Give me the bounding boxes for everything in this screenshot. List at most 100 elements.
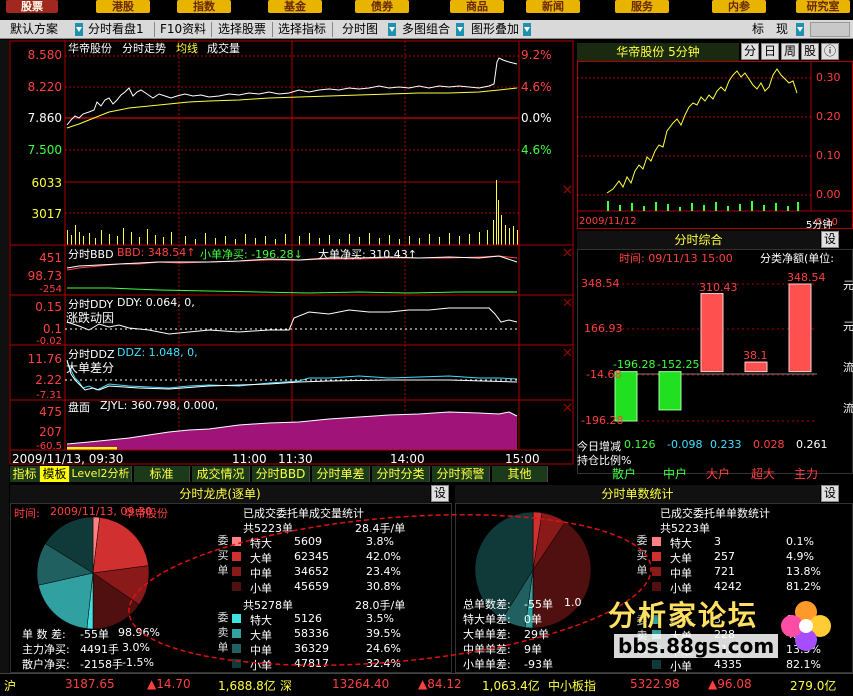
price-label-2: 8.220	[27, 80, 62, 94]
tab-other[interactable]: 其他	[492, 466, 548, 482]
toolbar-view-intraday[interactable]: 分时看盘1	[88, 22, 144, 37]
bbd-small-order: 小单净买: -196.28↓	[200, 248, 303, 261]
intraday-dropdown-icon[interactable]	[388, 23, 396, 36]
composite-title: 分时综合	[577, 231, 820, 249]
scheme-select[interactable]: 默认方案	[10, 22, 58, 37]
composite-side-0: 元	[843, 279, 853, 292]
tab-standard[interactable]: 标准	[134, 466, 190, 482]
chart-stock-name: 华帝股份	[68, 42, 112, 55]
tab-level2[interactable]: Level2分析	[70, 466, 132, 482]
status-sz-change: ▲84.12	[418, 677, 462, 691]
toolbar-select-stock[interactable]: 选择股票	[218, 22, 266, 37]
watermark-url: bbs.88gs.com	[614, 634, 779, 658]
increase-super: 0.028	[753, 438, 785, 451]
dragon-settings-button[interactable]: 设	[431, 485, 449, 502]
chart-vol-label: 成交量	[207, 42, 240, 55]
category-super: 超大	[751, 467, 776, 481]
menu-bond[interactable]: 债券	[355, 0, 409, 13]
period-min-button[interactable]: 分	[741, 43, 759, 60]
count-settings-button[interactable]: 设	[821, 485, 839, 502]
pct-label-top: 9.2%	[521, 48, 552, 62]
composite-settings-button[interactable]: 设	[821, 231, 839, 248]
dragon-summary-2-val: -2158手	[80, 658, 123, 671]
bbd-y-bot: -254	[39, 284, 62, 295]
composite-side-3: 流	[843, 402, 853, 415]
toolbar-mark-button[interactable]: 标	[752, 22, 764, 37]
highlight-ellipse	[128, 513, 652, 667]
tab-trades[interactable]: 成交情况	[192, 466, 250, 482]
status-sh-change: ▲14.70	[147, 677, 191, 691]
bbd-panel-label: 分时BBD	[68, 248, 114, 261]
status-sh-index[interactable]: 3187.65	[65, 677, 115, 691]
count-stats-title: 已成交委托单单数统计	[660, 507, 770, 520]
status-sh-label: 沪	[4, 679, 17, 693]
toolbar-grip[interactable]	[810, 22, 850, 37]
tab-order-diff[interactable]: 分时单差	[312, 466, 370, 482]
stock-button[interactable]: 股	[801, 43, 819, 60]
menu-fund[interactable]: 基金	[268, 0, 322, 13]
ddz-y-mid: 2.22	[35, 373, 62, 387]
count-buy-row-label: 特大	[670, 537, 692, 550]
composite-bar-label: -152.25	[657, 357, 700, 371]
overlay-dropdown-icon[interactable]	[523, 23, 531, 36]
ddz-y-bot: -7.31	[36, 390, 62, 401]
toolbar-overlay[interactable]: 图形叠加	[471, 22, 519, 37]
count-title: 分时单数统计	[455, 485, 820, 503]
pct-label-4: 4.6%	[521, 143, 552, 157]
menu-hk[interactable]: 港股	[96, 0, 150, 13]
period-week-button[interactable]: 周	[781, 43, 799, 60]
status-sz-amount: 1,063.4亿	[482, 679, 540, 693]
count-buy-row-value: 721	[714, 565, 735, 578]
ddy-value: DDY: 0.064, 0,	[117, 296, 195, 309]
menu-service[interactable]: 服务	[615, 0, 669, 13]
toolbar-right-dropdown-icon[interactable]	[796, 23, 804, 36]
category-main: 主力	[794, 467, 819, 481]
toolbar-now-button[interactable]: 现	[776, 22, 788, 37]
tab-alert[interactable]: 分时预警	[432, 466, 490, 482]
tab-indicator[interactable]: 指标	[10, 466, 40, 482]
period-day-button[interactable]: 日	[761, 43, 779, 60]
five-minute-line	[606, 68, 798, 194]
price-label-4: 7.500	[27, 143, 62, 157]
status-sz-index[interactable]: 13264.40	[332, 677, 389, 691]
toolbar-intraday-chart[interactable]: 分时图	[342, 22, 378, 37]
status-sme-index[interactable]: 5322.98	[630, 677, 680, 691]
count-buy-row-label: 中单	[670, 567, 692, 580]
toolbar-multi-chart[interactable]: 多图组合	[402, 22, 450, 37]
scheme-dropdown-icon[interactable]	[75, 23, 83, 36]
menu-internal[interactable]: 内参	[712, 0, 766, 13]
dragon-summary-2-key: 散户净买:	[22, 658, 70, 671]
composite-y-0: 348.54	[581, 277, 620, 290]
count-buy-row-value: 257	[714, 550, 735, 563]
menu-index[interactable]: 指数	[177, 0, 231, 13]
composite-y-3: -196.28	[581, 414, 624, 427]
bbd-big-order: 大单净买: 310.43↑	[318, 248, 417, 261]
five-min-y-2: 0.10	[816, 149, 841, 162]
status-sh-amount: 1,688.8亿	[218, 679, 276, 693]
menu-news[interactable]: 新闻	[526, 0, 580, 13]
toolbar-f10[interactable]: F10资料	[160, 22, 206, 37]
forum-watermark: 分析家论坛 bbs.88gs.com	[600, 592, 838, 666]
toolbar-select-indicator[interactable]: 选择指标	[278, 22, 326, 37]
right-top-header: 华帝股份 5分钟 分 日 周 股 ⓘ	[577, 42, 853, 61]
tab-classify[interactable]: 分时分类	[372, 466, 430, 482]
tab-template[interactable]: 模板	[40, 466, 70, 482]
composite-bar	[700, 293, 724, 373]
menu-research[interactable]: 研究室	[796, 0, 850, 13]
info-icon[interactable]: ⓘ	[821, 43, 839, 60]
composite-side-2: 流	[843, 361, 853, 374]
menu-commodity[interactable]: 商品	[450, 0, 504, 13]
status-sz-label: 深	[280, 679, 293, 693]
toolbar-divider	[272, 22, 273, 37]
menu-stock[interactable]: 股票	[6, 0, 58, 13]
count-buy-header: 共5223单	[660, 522, 710, 535]
composite-bar	[658, 371, 682, 411]
dragon-summary-1-val: 4491手	[80, 643, 119, 656]
dragon-summary-0-val: -55单	[80, 628, 109, 641]
five-min-y-1: 0.20	[816, 110, 841, 123]
tab-bbd[interactable]: 分时BBD	[252, 466, 310, 482]
count-buy-row-percent: 4.9%	[786, 550, 814, 563]
category-retail: 散户	[612, 467, 637, 481]
multichart-dropdown-icon[interactable]	[456, 23, 464, 36]
time-tick-1130: 11:30	[278, 452, 313, 466]
